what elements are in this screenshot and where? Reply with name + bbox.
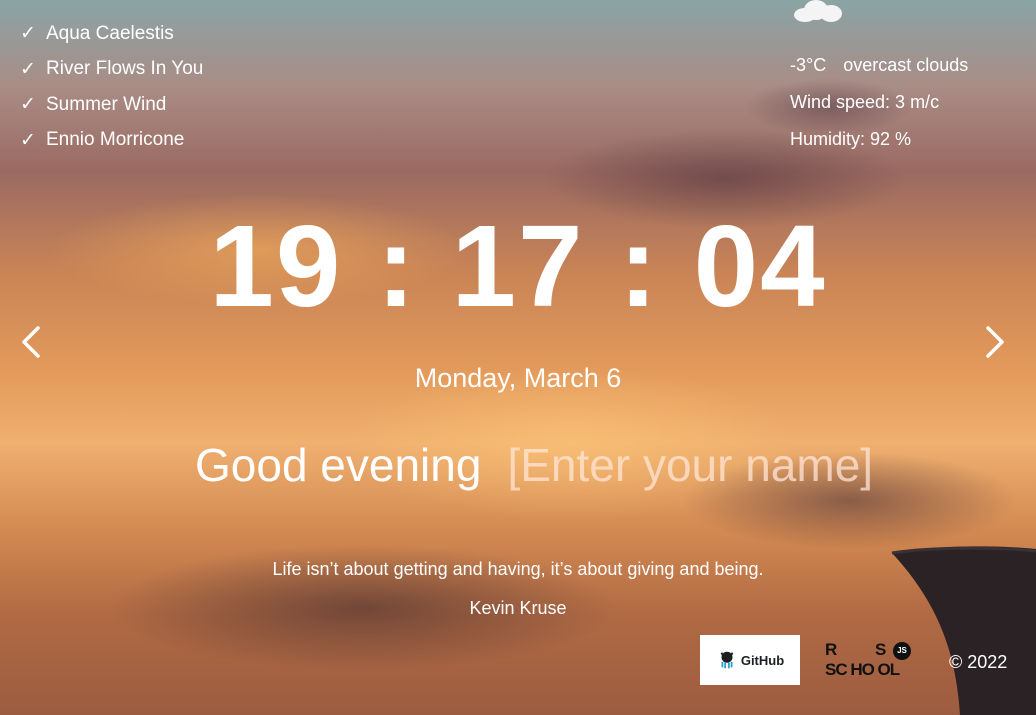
next-slide-button[interactable] <box>980 322 1010 362</box>
quote-text: Life isn’t about getting and having, it’… <box>272 559 764 579</box>
rs-logo-s: S <box>875 640 887 659</box>
building-silhouette <box>891 546 1036 715</box>
check-icon: ✓ <box>20 129 36 151</box>
playlist-item[interactable]: ✓ Ennio Morricone <box>20 123 203 159</box>
track-title: Aqua Caelestis <box>46 22 174 44</box>
weather-summary: -3°C overcast clouds <box>790 55 968 76</box>
temperature: -3°C <box>790 55 827 75</box>
rs-logo-r: R <box>825 640 838 659</box>
check-icon: ✓ <box>20 58 36 80</box>
github-link[interactable]: GitHub <box>700 635 800 685</box>
chevron-left-icon <box>22 326 40 358</box>
chevron-right-icon <box>986 326 1004 358</box>
github-icon <box>720 651 734 669</box>
name-input[interactable] <box>507 438 908 492</box>
rs-logo-school: SC HO OL <box>825 660 900 679</box>
cloud-icon <box>794 0 842 22</box>
js-badge-icon: JS <box>893 642 911 660</box>
playlist-item[interactable]: ✓ Summer Wind <box>20 87 203 123</box>
track-title: Summer Wind <box>46 93 167 115</box>
quote-author: Kevin Kruse <box>469 598 567 618</box>
clock-time: 19 : 17 : 04 <box>209 201 827 331</box>
copyright: © 2022 <box>949 652 1008 672</box>
check-icon: ✓ <box>20 23 36 45</box>
track-title: River Flows In You <box>46 58 204 80</box>
prev-slide-button[interactable] <box>16 322 46 362</box>
playlist: ✓ Aqua Caelestis ✓ River Flows In You ✓ … <box>20 16 203 158</box>
greeting-text: Good evening <box>195 439 482 491</box>
check-icon: ✓ <box>20 94 36 116</box>
rs-school-logo[interactable]: R S JS SC HO OL <box>825 640 925 680</box>
weather-description: overcast clouds <box>843 55 969 75</box>
current-date: Monday, March 6 <box>414 363 622 393</box>
track-title: Ennio Morricone <box>46 129 185 151</box>
greeting: Good evening <box>195 438 908 492</box>
playlist-item[interactable]: ✓ River Flows In You <box>20 52 203 88</box>
playlist-item[interactable]: ✓ Aqua Caelestis <box>20 16 203 52</box>
github-label: GitHub <box>740 652 785 668</box>
humidity: Humidity: 92 % <box>790 129 912 149</box>
wind-speed: Wind speed: 3 m/c <box>790 92 940 112</box>
